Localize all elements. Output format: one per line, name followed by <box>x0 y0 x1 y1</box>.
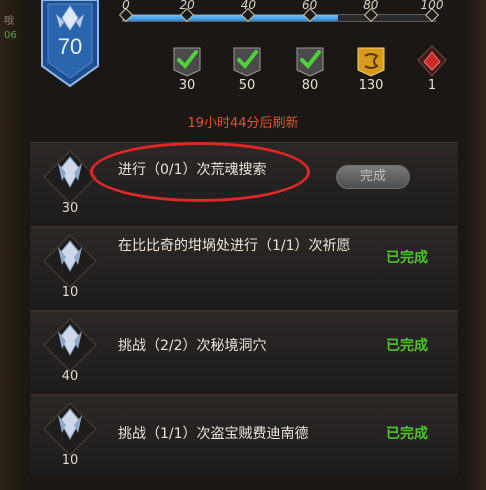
task-row: 10 在比比奇的坩埚处进行（1/1）次祈愿 已完成 <box>30 226 458 308</box>
checked-banner-icon <box>296 47 324 77</box>
checked-banner-icon <box>173 47 201 77</box>
reward-chest[interactable]: 30 <box>167 44 207 94</box>
reward-chest[interactable]: 50 <box>227 44 267 94</box>
daily-task-panel: 哦 06 70 0 20 40 60 80 100 30 50 80 130 1 19小时44分后… <box>0 0 486 490</box>
right-edge-panel <box>464 0 486 490</box>
progress-tick-label: 80 <box>363 0 379 12</box>
rank-level: 70 <box>57 34 83 59</box>
reward-value: 50 <box>238 78 256 93</box>
progress-tick-label: 60 <box>301 0 318 12</box>
task-points: 30 <box>61 201 79 216</box>
task-row: 40 挑战（2/2）次秘境洞穴 已完成 <box>30 310 458 392</box>
progress-tick-label: 40 <box>240 0 257 12</box>
reward-value: 130 <box>358 78 384 93</box>
task-points: 10 <box>61 285 79 300</box>
reward-value: 30 <box>178 78 196 93</box>
task-description: 在比比奇的坩埚处进行（1/1）次祈愿 <box>118 238 351 254</box>
side-text: 哦 <box>4 16 14 27</box>
complete-button[interactable]: 完成 <box>336 165 410 189</box>
progress-tick-label: 20 <box>179 0 195 12</box>
task-points: 40 <box>61 369 79 384</box>
task-emblem-icon <box>43 318 97 372</box>
progress-tick-label: 0 <box>122 0 130 12</box>
completed-label: 已完成 <box>386 250 428 266</box>
completed-label: 已完成 <box>386 426 428 442</box>
left-edge-panel <box>0 0 26 490</box>
task-emblem-icon <box>43 402 97 456</box>
reward-value: 80 <box>301 78 319 93</box>
reward-chest[interactable]: 1 <box>412 44 452 94</box>
task-description: 挑战（2/2）次秘境洞穴 <box>118 338 267 354</box>
reward-chest[interactable]: 130 <box>351 44 391 94</box>
task-points: 10 <box>61 453 79 468</box>
reward-chest[interactable]: 80 <box>290 44 330 94</box>
task-row: 10 挑战（1/1）次盗宝贼费迪南德 已完成 <box>30 394 458 476</box>
reward-value: 1 <box>427 78 437 93</box>
red-crystal-icon <box>417 45 447 77</box>
checked-banner-icon <box>233 47 261 77</box>
side-text-green: 06 <box>4 30 17 41</box>
gold-banner-icon <box>357 47 385 77</box>
task-emblem-icon <box>43 234 97 288</box>
activity-progress-bar <box>122 14 436 22</box>
task-description: 挑战（1/1）次盗宝贼费迪南德 <box>118 426 309 442</box>
task-emblem-icon <box>43 150 97 204</box>
refresh-countdown: 19小时44分后刷新 <box>187 116 299 131</box>
completed-label: 已完成 <box>386 338 428 354</box>
highlight-annotation <box>90 142 310 202</box>
progress-tick-label: 100 <box>420 0 444 12</box>
